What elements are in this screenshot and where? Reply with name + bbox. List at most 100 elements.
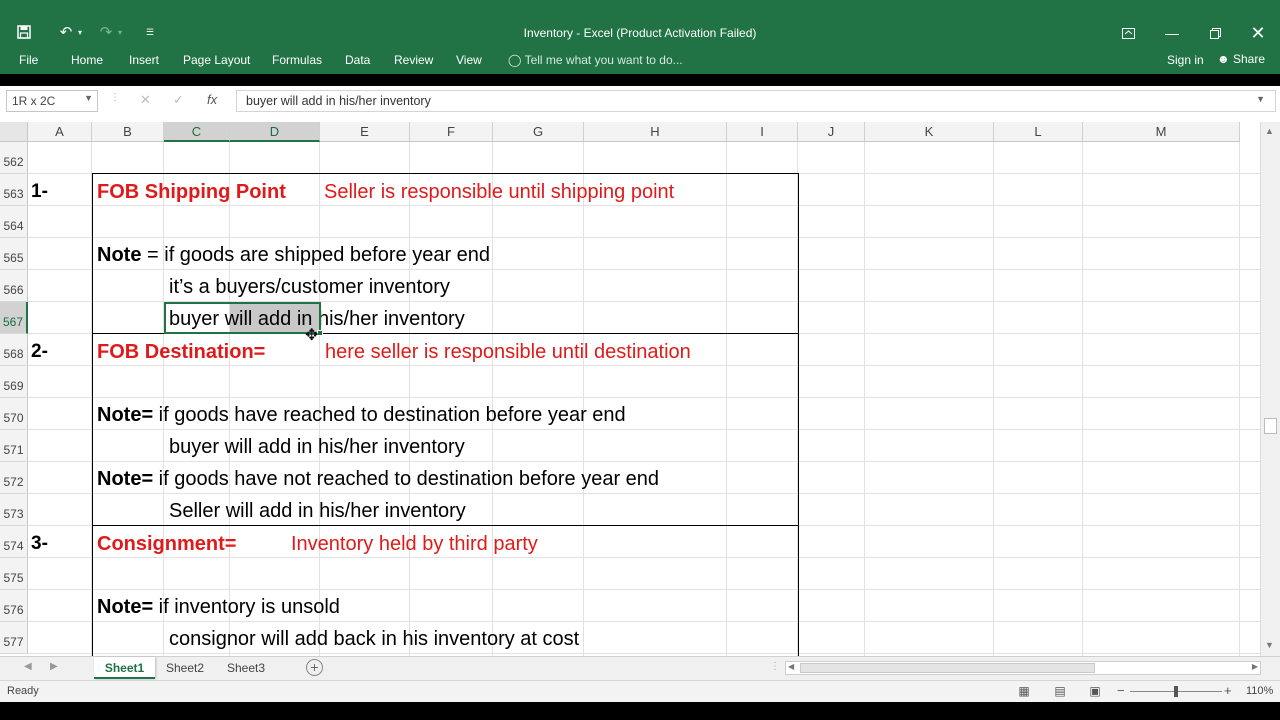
horizontal-scrollbar[interactable]: ◀ ▶ [785, 661, 1261, 675]
cell-e574[interactable]: Inventory held by third party [291, 533, 538, 555]
row-header-567[interactable]: 567 [0, 302, 28, 334]
formula-bar: 1R x 2C ▼ ⋮ ✕ ✓ fx buyer will add in his… [0, 86, 1280, 116]
cell-a563[interactable]: 1- [31, 181, 48, 203]
column-header-g[interactable]: G [493, 122, 584, 142]
status-text: Ready [7, 685, 39, 697]
worksheet[interactable]: ABCDEFGHIJKLM 562 563 564 565 566 567 568 569 57… [0, 116, 1280, 656]
enter-icon[interactable]: ✓ [173, 92, 184, 108]
row-header-564[interactable]: 564 [0, 206, 28, 238]
chevron-down-icon[interactable]: ▼ [84, 93, 93, 103]
cell-c571[interactable]: buyer will add in his/her inventory [169, 436, 465, 458]
column-header-d[interactable]: D [230, 122, 320, 142]
prev-sheet-icon[interactable]: ◀ [24, 661, 32, 672]
scroll-up-icon[interactable]: ▲ [1265, 126, 1274, 136]
cell-a574[interactable]: 3- [31, 533, 48, 555]
page-break-view-icon[interactable]: ▣ [1087, 684, 1103, 698]
minimize-icon[interactable]: — [1160, 22, 1184, 44]
scroll-right-icon[interactable]: ▶ [1252, 662, 1258, 671]
sheet-tab-sheet3[interactable]: Sheet3 [218, 657, 274, 679]
normal-view-icon[interactable]: ▦ [1016, 684, 1032, 698]
name-box[interactable]: 1R x 2C ▼ [6, 90, 98, 112]
column-header-f[interactable]: F [410, 122, 493, 142]
cell-e568[interactable]: here seller is responsible until destina… [325, 341, 691, 363]
row-header-568[interactable]: 568 [0, 334, 28, 366]
splitter-icon[interactable]: ⋮ [110, 92, 120, 103]
row-header-573[interactable]: 573 [0, 494, 28, 526]
row-header-571[interactable]: 571 [0, 430, 28, 462]
close-icon[interactable]: ✕ [1246, 22, 1270, 44]
scroll-down-icon[interactable]: ▼ [1265, 640, 1274, 650]
cell-c566[interactable]: it’s a buyers/customer inventory [169, 276, 450, 298]
horizontal-scroll-thumb[interactable] [800, 663, 1095, 673]
row-header-569[interactable]: 569 [0, 366, 28, 398]
row-header-576[interactable]: 576 [0, 590, 28, 622]
column-header-k[interactable]: K [865, 122, 994, 142]
tab-home[interactable]: Home [71, 53, 103, 67]
cell-b565[interactable]: Note = if goods are shipped before year … [97, 244, 490, 266]
column-header-a[interactable]: A [28, 122, 92, 142]
row-header-572[interactable]: 572 [0, 462, 28, 494]
row-header-566[interactable]: 566 [0, 270, 28, 302]
add-sheet-icon[interactable]: + [306, 659, 323, 676]
tab-insert[interactable]: Insert [129, 53, 159, 67]
row-header-562[interactable]: 562 [0, 142, 28, 174]
active-cell-selection [164, 302, 321, 334]
column-header-i[interactable]: I [727, 122, 798, 142]
window-title: Inventory - Excel (Product Activation Fa… [523, 26, 757, 40]
cell-a568[interactable]: 2- [31, 341, 48, 363]
zoom-out-icon[interactable]: − [1117, 683, 1125, 698]
column-header-h[interactable]: H [584, 122, 727, 142]
column-header-m[interactable]: M [1083, 122, 1240, 142]
cell-b574[interactable]: Consignment= [97, 533, 236, 555]
tell-me-box[interactable]: ◯ Tell me what you want to do... [508, 53, 683, 67]
gridline-vertical [993, 142, 994, 656]
zoom-level[interactable]: 110% [1246, 685, 1273, 697]
column-header-l[interactable]: L [994, 122, 1083, 142]
select-all-button[interactable] [0, 122, 28, 142]
tab-formulas[interactable]: Formulas [272, 53, 322, 67]
restore-icon[interactable] [1203, 22, 1227, 44]
cell-b572[interactable]: Note= if goods have not reached to desti… [97, 468, 659, 490]
cell-c577[interactable]: consignor will add back in his inventory… [169, 628, 579, 650]
page-layout-view-icon[interactable]: ▤ [1052, 684, 1068, 698]
expand-formula-bar-icon[interactable]: ▼ [1256, 94, 1265, 104]
cell-b563[interactable]: FOB Shipping Point [97, 181, 286, 203]
share-button[interactable]: ☻ Share [1217, 52, 1265, 66]
scroll-left-icon[interactable]: ◀ [788, 662, 794, 671]
column-header-b[interactable]: B [92, 122, 164, 142]
row-header-575[interactable]: 575 [0, 558, 28, 590]
formula-input[interactable]: buyer will add in his/her inventory ▼ [236, 90, 1276, 112]
column-header-j[interactable]: J [798, 122, 865, 142]
sign-in-link[interactable]: Sign in [1167, 53, 1204, 67]
tab-view[interactable]: View [456, 53, 482, 67]
column-header-e[interactable]: E [320, 122, 410, 142]
tab-splitter-icon[interactable]: ⋮ [770, 661, 780, 672]
cell-b568[interactable]: FOB Destination= [97, 341, 265, 363]
next-sheet-icon[interactable]: ▶ [50, 661, 58, 672]
tab-file[interactable]: File [19, 53, 38, 67]
tab-review[interactable]: Review [394, 53, 433, 67]
cell-b576[interactable]: Note= if inventory is unsold [97, 596, 340, 618]
row-header-570[interactable]: 570 [0, 398, 28, 430]
cancel-icon[interactable]: ✕ [140, 92, 151, 108]
sheet-tab-sheet1[interactable]: Sheet1 [94, 657, 155, 679]
tab-data[interactable]: Data [345, 53, 370, 67]
tab-page-layout[interactable]: Page Layout [183, 53, 250, 67]
cell-b570[interactable]: Note= if goods have reached to destinati… [97, 404, 626, 426]
zoom-slider-thumb[interactable] [1174, 686, 1178, 697]
row-header-563[interactable]: 563 [0, 174, 28, 206]
row-header-574[interactable]: 574 [0, 526, 28, 558]
insert-function-icon[interactable]: fx [207, 92, 217, 107]
cell-e563[interactable]: Seller is responsible until shipping poi… [324, 181, 674, 203]
vertical-scroll-thumb[interactable] [1264, 418, 1277, 434]
lightbulb-icon: ◯ [508, 53, 522, 67]
ribbon-tab-bar: File Home Insert Page Layout Formulas Da… [0, 48, 1280, 74]
zoom-in-icon[interactable]: + [1224, 683, 1232, 698]
row-header-565[interactable]: 565 [0, 238, 28, 270]
vertical-scrollbar[interactable]: ▲ ▼ [1260, 122, 1280, 656]
cell-c573[interactable]: Seller will add in his/her inventory [169, 500, 466, 522]
row-header-577[interactable]: 577 [0, 622, 28, 654]
column-header-c[interactable]: C [164, 122, 230, 142]
sheet-tab-sheet2[interactable]: Sheet2 [157, 657, 213, 679]
ribbon-display-icon[interactable] [1116, 22, 1140, 44]
